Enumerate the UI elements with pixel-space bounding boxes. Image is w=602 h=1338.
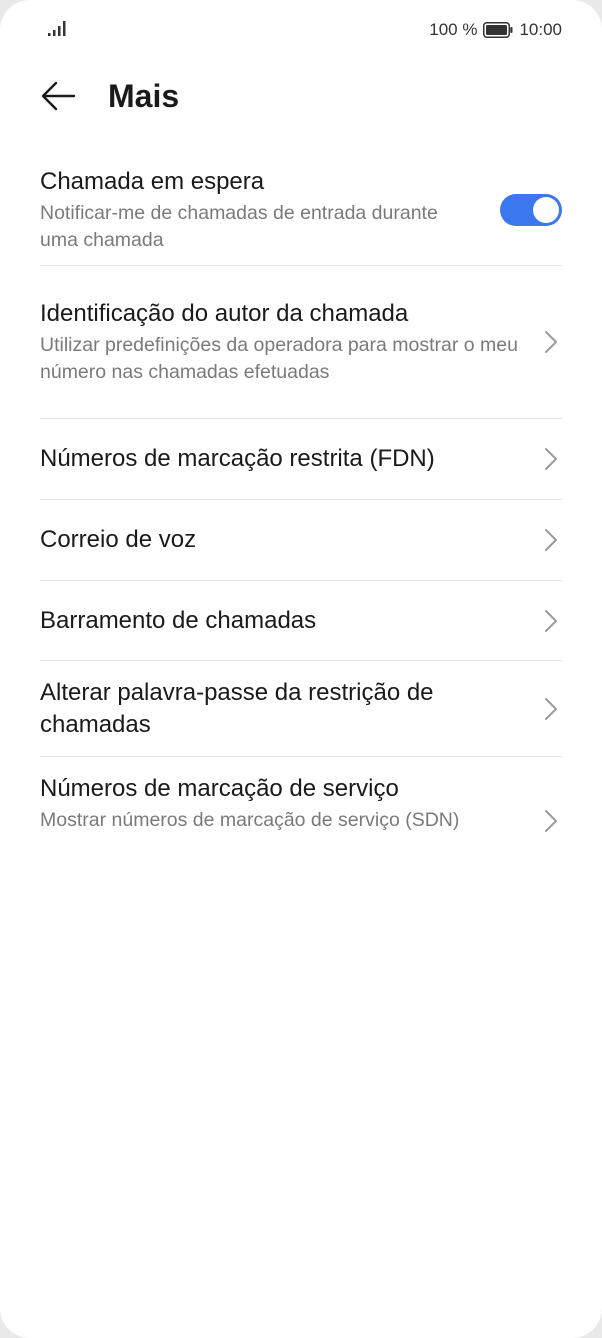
voicemail-title: Correio de voz (40, 526, 197, 553)
back-button[interactable] (38, 76, 78, 116)
sdn-item[interactable]: Números de marcação de serviço Mostrar n… (40, 757, 562, 883)
chevron-right-icon (545, 448, 557, 470)
sdn-text: Números de marcação de serviço Mostrar n… (40, 773, 544, 834)
header: Mais (0, 68, 602, 124)
battery-icon (483, 22, 513, 38)
toggle-knob (533, 196, 559, 223)
fdn-item[interactable]: Números de marcação restrita (FDN) (40, 419, 562, 500)
barring-password-text: Alterar palavra-passe da restrição de ch… (40, 677, 544, 741)
chevron-right-icon (545, 331, 557, 353)
caller-id-text: Identificação do autor da chamada Utiliz… (40, 298, 544, 386)
sdn-subtitle: Mostrar números de marcação de serviço (… (40, 809, 460, 831)
chevron-right-icon (545, 529, 557, 551)
fdn-title: Números de marcação restrita (FDN) (40, 445, 435, 472)
chevron-right-icon (545, 609, 557, 632)
call-waiting-item[interactable]: Chamada em espera Notificar-me de chamad… (40, 150, 562, 266)
status-right: 100 % 10:00 (429, 20, 562, 40)
chevron-right-icon (545, 810, 557, 832)
settings-list: Chamada em espera Notificar-me de chamad… (40, 150, 562, 883)
back-arrow-icon (41, 81, 76, 111)
call-waiting-subtitle: Notificar-me de chamadas de entrada dura… (40, 201, 438, 251)
barring-password-title: Alterar palavra-passe da restrição de ch… (40, 678, 434, 738)
fdn-text: Números de marcação restrita (FDN) (40, 443, 544, 475)
battery-percent: 100 % (429, 20, 478, 39)
voicemail-text: Correio de voz (40, 524, 544, 556)
call-waiting-toggle[interactable] (500, 193, 562, 226)
sdn-title: Números de marcação de serviço (40, 775, 399, 802)
caller-id-item[interactable]: Identificação do autor da chamada Utiliz… (40, 266, 562, 419)
call-barring-title: Barramento de chamadas (40, 606, 317, 634)
caller-id-subtitle: Utilizar predefinições da operadora para… (40, 334, 518, 383)
barring-password-item[interactable]: Alterar palavra-passe da restrição de ch… (40, 661, 562, 757)
page-title: Mais (108, 78, 180, 114)
call-barring-item[interactable]: Barramento de chamadas (40, 581, 562, 661)
call-barring-text: Barramento de chamadas (40, 605, 544, 637)
caller-id-title: Identificação do autor da chamada (40, 300, 409, 327)
chevron-right-icon (545, 697, 557, 720)
status-bar: 100 % 10:00 (0, 0, 602, 60)
call-waiting-text: Chamada em espera Notificar-me de chamad… (40, 166, 500, 254)
clock: 10:00 (519, 20, 562, 39)
phone-screen: 100 % 10:00 Mais Chamada em espera Notif… (0, 0, 602, 1338)
voicemail-item[interactable]: Correio de voz (40, 500, 562, 581)
call-waiting-title: Chamada em espera (40, 167, 265, 195)
signal-icon (48, 21, 66, 36)
